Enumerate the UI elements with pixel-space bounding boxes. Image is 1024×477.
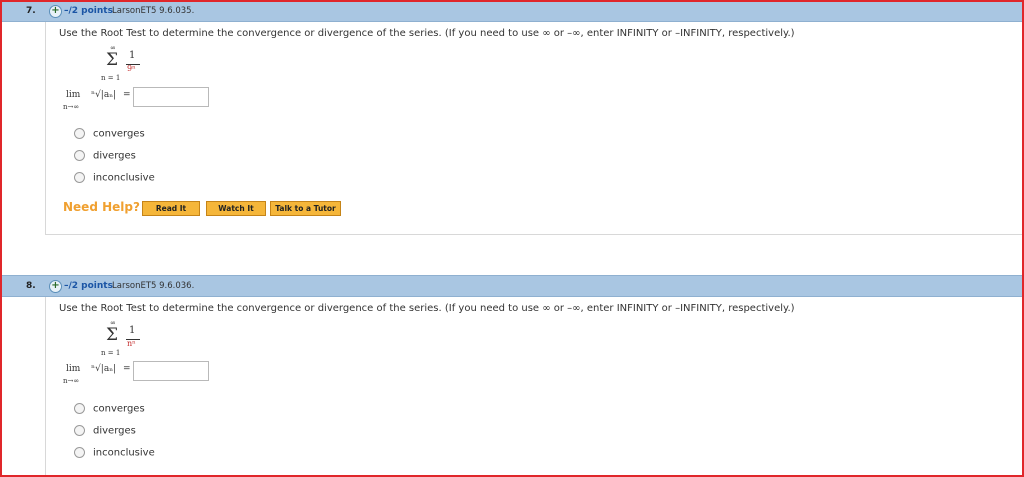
radio-button[interactable] [74, 403, 85, 414]
talk-to-tutor-button[interactable]: Talk to a Tutor [270, 201, 341, 216]
radio-button[interactable] [74, 447, 85, 458]
option-inconclusive[interactable]: inconclusive [74, 447, 155, 459]
option-inconclusive[interactable]: inconclusive [74, 172, 155, 184]
plus-circle-icon[interactable]: + [49, 5, 62, 18]
option-diverges[interactable]: diverges [74, 425, 136, 437]
question-number: 7. [26, 6, 36, 16]
question-prompt: Use the Root Test to determine the conve… [59, 28, 795, 39]
question-body: Use the Root Test to determine the conve… [45, 297, 1022, 475]
read-it-button[interactable]: Read It [142, 201, 200, 216]
option-converges[interactable]: converges [74, 403, 145, 415]
question-source: LarsonET5 9.6.036. [112, 281, 195, 291]
question-number: 8. [26, 281, 36, 291]
question-body: Use the Root Test to determine the conve… [45, 22, 1022, 235]
option-diverges[interactable]: diverges [74, 150, 136, 162]
question-prompt: Use the Root Test to determine the conve… [59, 303, 795, 314]
plus-circle-icon[interactable]: + [49, 280, 62, 293]
limit-answer-input[interactable] [133, 87, 209, 107]
limit-answer-input[interactable] [133, 361, 209, 381]
radio-button[interactable] [74, 172, 85, 183]
option-converges[interactable]: converges [74, 128, 145, 140]
limit-expression: lim n→∞ ⁿ√|aₙ| = [63, 90, 131, 111]
radio-button[interactable] [74, 150, 85, 161]
question-header: 8. + –/2 points LarsonET5 9.6.036. [2, 275, 1022, 297]
watch-it-button[interactable]: Watch It [206, 201, 266, 216]
question-header: 7. + –/2 points LarsonET5 9.6.035. [2, 0, 1022, 22]
points-link[interactable]: –/2 points [64, 1, 113, 21]
limit-expression: lim n→∞ ⁿ√|aₙ| = [63, 364, 131, 385]
points-link[interactable]: –/2 points [64, 276, 113, 296]
radio-button[interactable] [74, 425, 85, 436]
question-source: LarsonET5 9.6.035. [112, 6, 195, 16]
radio-button[interactable] [74, 128, 85, 139]
need-help-label: Need Help? [63, 200, 140, 214]
